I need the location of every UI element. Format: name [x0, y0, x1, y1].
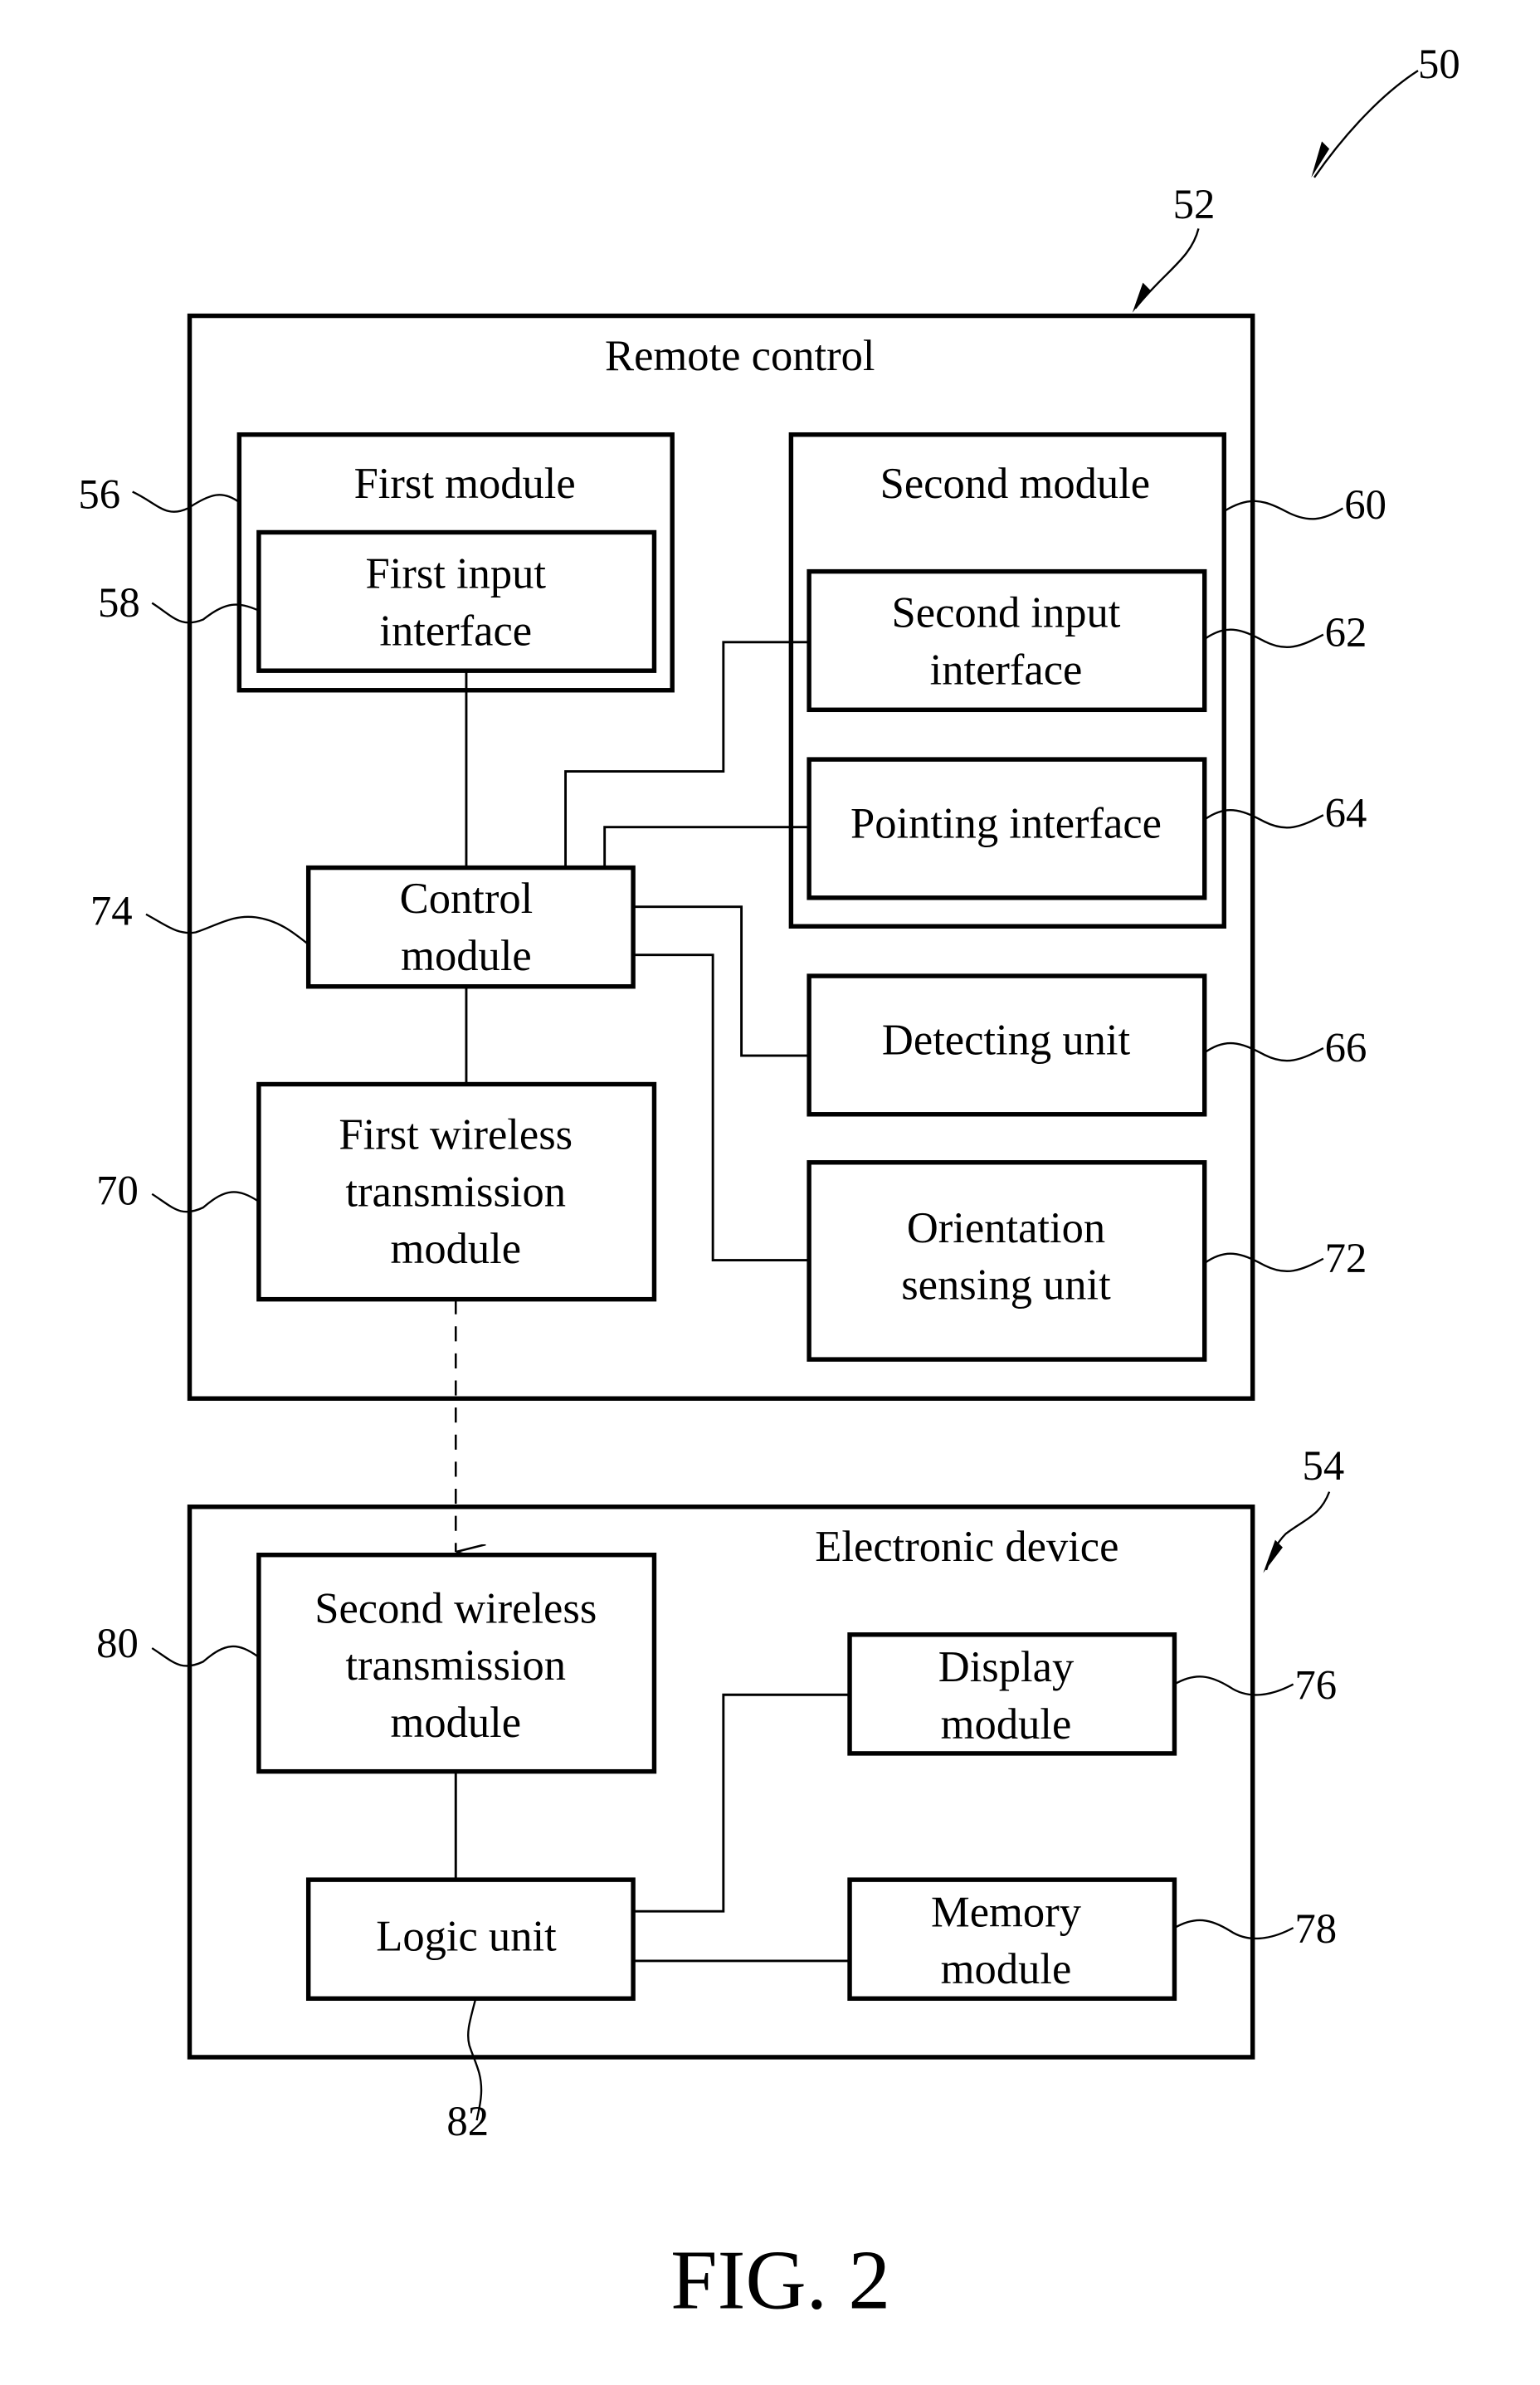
control-module-ref: 74: [90, 887, 133, 934]
display-module-line1: Display: [938, 1643, 1075, 1691]
remote-control-ref: 52: [1173, 181, 1216, 227]
remote-control-block: Remote control 52 First module 56 First …: [78, 181, 1386, 1401]
first-wireless-line3: module: [390, 1225, 521, 1273]
orientation-unit-line2: sensing unit: [901, 1261, 1111, 1310]
system-leader-arrow: [1313, 70, 1419, 178]
orientation-unit-ref: 72: [1325, 1235, 1367, 1281]
system-ref-label: 50: [1418, 41, 1460, 87]
logic-unit-label: Logic unit: [376, 1912, 557, 1960]
second-wireless-ref: 80: [96, 1620, 139, 1666]
memory-module-ref: 78: [1294, 1905, 1337, 1952]
electronic-device-arrowhead-icon: [1263, 1539, 1283, 1573]
first-module-ref: 56: [78, 471, 120, 517]
display-module-ref: 76: [1294, 1662, 1337, 1709]
first-wireless-leader: [151, 1191, 260, 1213]
control-module-leader: [145, 913, 309, 945]
detecting-unit-leader: [1204, 1041, 1324, 1062]
second-input-interface-line1: Second input: [892, 589, 1121, 637]
first-module-leader: [132, 490, 241, 513]
system-reference: 50: [1311, 41, 1460, 178]
wire-pointing-to-control: [603, 826, 810, 868]
figure-caption: FIG. 2: [670, 2234, 890, 2327]
detecting-unit-label: Detecting unit: [882, 1016, 1131, 1064]
logic-unit-ref: 82: [446, 2098, 489, 2144]
detecting-unit-ref: 66: [1325, 1024, 1367, 1071]
first-wireless-line2: transmission: [345, 1168, 566, 1216]
first-input-interface-line2: interface: [379, 607, 532, 655]
pointing-interface-ref: 64: [1325, 790, 1367, 836]
control-module-line2: module: [401, 932, 532, 980]
second-module-ref: 60: [1344, 481, 1386, 528]
pointing-interface-label: Pointing interface: [850, 799, 1162, 847]
second-module-leader: [1223, 500, 1344, 520]
memory-module-leader: [1173, 1919, 1294, 1940]
first-input-interface-line1: First input: [366, 550, 547, 598]
first-module-title: First module: [354, 460, 576, 508]
electronic-device-block: Electronic device 54 Second wireless tra…: [96, 1442, 1344, 2144]
orientation-unit-leader: [1204, 1252, 1324, 1273]
memory-module-line1: Memory: [931, 1888, 1082, 1936]
electronic-device-leader: [1265, 1491, 1331, 1571]
wire-control-to-detecting: [633, 905, 810, 1057]
first-input-interface-ref: 58: [98, 579, 140, 626]
block-diagram: 50 Remote control 52 First module 56 Fir…: [78, 41, 1460, 2327]
second-module-title: Second module: [880, 460, 1150, 508]
electronic-device-ref: 54: [1302, 1442, 1344, 1489]
second-wireless-leader: [151, 1645, 260, 1667]
second-input-interface-line2: interface: [930, 646, 1083, 695]
display-module-line2: module: [941, 1700, 1072, 1749]
remote-control-arrowhead-icon: [1132, 282, 1151, 313]
second-wireless-line3: module: [390, 1699, 521, 1747]
second-input-interface-ref: 62: [1325, 609, 1367, 656]
electronic-device-title: Electronic device: [815, 1523, 1118, 1571]
wire-control-to-orientation: [633, 954, 810, 1261]
display-module-leader: [1173, 1675, 1294, 1696]
first-wireless-ref: 70: [96, 1167, 139, 1213]
control-module-line1: Control: [400, 875, 534, 923]
memory-module-line2: module: [941, 1945, 1072, 1993]
second-wireless-line1: Second wireless: [314, 1584, 597, 1632]
first-wireless-line1: First wireless: [339, 1110, 573, 1158]
second-wireless-line2: transmission: [345, 1641, 566, 1690]
remote-control-title: Remote control: [605, 332, 875, 380]
orientation-unit-line1: Orientation: [907, 1204, 1105, 1252]
wire-logic-to-display: [633, 1693, 850, 1913]
